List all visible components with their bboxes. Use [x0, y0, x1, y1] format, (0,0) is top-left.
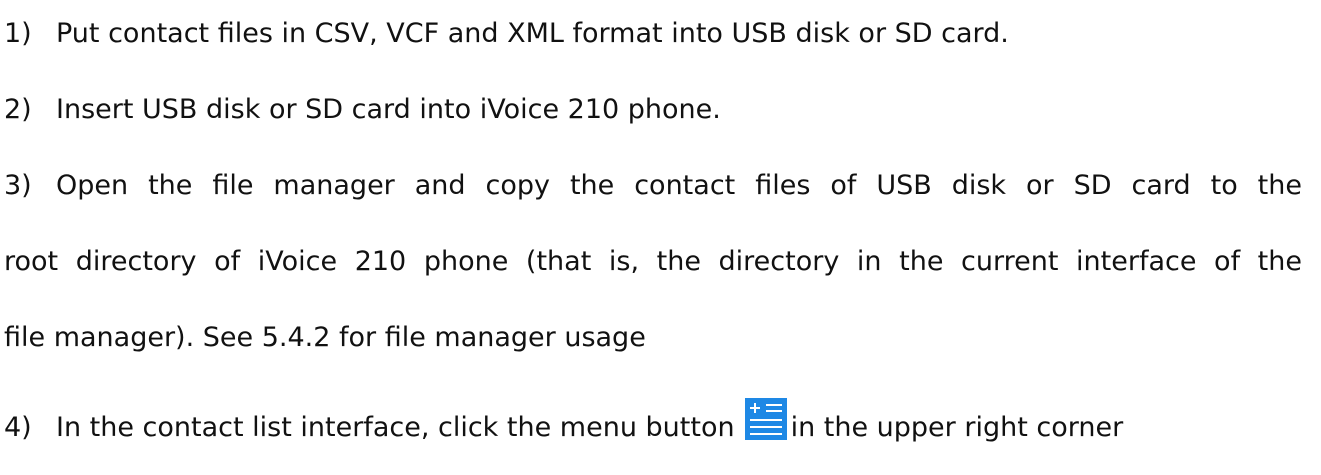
step-text: file manager). See 5.4.2 for file manage… — [4, 322, 646, 353]
step-number: 2) — [4, 94, 32, 125]
step-text: Put contact files in CSV, VCF and XML fo… — [56, 18, 1009, 49]
step-text: In the contact list interface, click the… — [56, 412, 735, 443]
step-text: in the upper right corner — [790, 412, 1124, 443]
step-3-continuation: root directory of iVoice 210 phone (that… — [0, 242, 1302, 282]
step-text: root directory of iVoice 210 phone (that… — [4, 246, 1302, 277]
step-3-continuation: file manager). See 5.4.2 for file manage… — [4, 318, 646, 358]
step-text: Insert USB disk or SD card into iVoice 2… — [56, 94, 721, 125]
step-number: 3) — [4, 170, 32, 201]
step-1: 1) Put contact files in CSV, VCF and XML … — [0, 14, 1009, 54]
step-number: 1) — [4, 18, 32, 49]
step-text: Open the file manager and copy the conta… — [56, 170, 1302, 201]
step-4: 4) In the contact list interface, click t… — [0, 398, 1123, 443]
step-3: 3) Open the file manager and copy the con… — [0, 166, 1302, 206]
menu-add-list-icon — [744, 398, 787, 440]
step-number: 4) — [4, 412, 32, 443]
step-2: 2) Insert USB disk or SD card into iVoice… — [0, 90, 721, 130]
